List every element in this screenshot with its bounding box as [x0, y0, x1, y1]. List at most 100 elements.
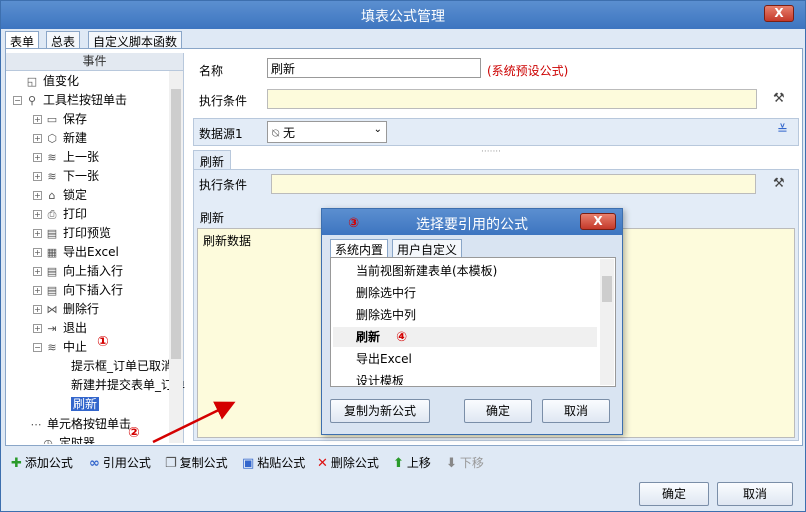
delete-formula-label: 删除公式	[330, 456, 379, 470]
dialog-ok-button[interactable]: 确定	[464, 399, 532, 423]
reference-formula-button[interactable]: ∞ 引用公式	[89, 452, 151, 474]
expander-icon[interactable]: +	[33, 172, 42, 181]
window-title: 填表公式管理	[361, 9, 445, 25]
expander-icon[interactable]: +	[33, 286, 42, 295]
tree-item-5[interactable]: + ≋ 下一张	[33, 167, 99, 185]
list-item-selected[interactable]: 刷新 ④	[333, 327, 597, 347]
condition-wizard-icon[interactable]: ⚒	[773, 91, 785, 106]
tree-item-9[interactable]: + ▦ 导出Excel	[33, 243, 119, 261]
tab-form[interactable]: 表单	[5, 31, 40, 49]
tree-item-12[interactable]: + ⋈ 删除行	[33, 300, 99, 318]
move-up-button[interactable]: ⬆ 上移	[393, 452, 431, 474]
expander-icon[interactable]: +	[33, 115, 42, 124]
tree-item-label: 导出Excel	[63, 245, 119, 259]
sub-condition-input[interactable]	[271, 174, 756, 194]
insert-up-icon: ▤	[46, 265, 58, 278]
tab-summary[interactable]: 总表	[46, 31, 81, 49]
annotation-3: ③	[348, 216, 360, 231]
tree-item-7[interactable]: + ⎙ 打印	[33, 205, 87, 223]
selected-item-label: 刷新	[356, 330, 381, 344]
tree-item-3[interactable]: + ⬡ 新建	[33, 129, 87, 147]
tree-item-label: 值变化	[43, 74, 80, 88]
expander-icon[interactable]: +	[33, 248, 42, 257]
list-item[interactable]: 删除选中行	[356, 283, 416, 303]
expander-icon[interactable]: +	[33, 267, 42, 276]
tree-item-1[interactable]: − ⚲ 工具栏按钮单击	[13, 91, 127, 109]
dialog-tab-system[interactable]: 系统内置	[330, 239, 389, 257]
expander-icon[interactable]: +	[33, 153, 42, 162]
ok-button[interactable]: 确定	[639, 482, 709, 506]
datasource-label: 数据源1	[199, 127, 243, 141]
tree-item-label: 中止	[63, 340, 88, 354]
paste-icon: ▣	[242, 456, 255, 471]
paste-formula-button[interactable]: ▣ 粘贴公式	[242, 452, 305, 474]
print-icon: ⎙	[47, 208, 57, 221]
tree-item-2[interactable]: + ▭ 保存	[33, 110, 87, 128]
condition-input[interactable]	[267, 89, 757, 109]
dialog-close-button[interactable]: X	[580, 213, 616, 230]
arrow-down-icon: ⬇	[446, 456, 457, 471]
tree-scrollbar-thumb[interactable]	[171, 89, 181, 359]
tree-item-10[interactable]: + ▤ 向上插入行	[33, 262, 123, 280]
expander-icon[interactable]: −	[13, 96, 22, 105]
move-down-button[interactable]: ⬇ 下移	[446, 452, 484, 474]
tree-item-18[interactable]: ⋯ 单元格按钮单击	[29, 415, 132, 433]
dialog-tab-user[interactable]: 用户自定义	[392, 239, 463, 257]
move-up-label: 上移	[406, 456, 431, 470]
tree-item-4[interactable]: + ≋ 上一张	[33, 148, 99, 166]
splitter-handle[interactable]: ·······	[481, 147, 501, 157]
copy-as-new-button[interactable]: 复制为新公式	[330, 399, 430, 423]
expander-icon[interactable]: +	[33, 324, 42, 333]
dialog-scrollbar-thumb[interactable]	[602, 276, 612, 302]
annotation-1: ①	[97, 334, 109, 350]
tree-item-13[interactable]: + ⇥ 退出	[33, 319, 87, 337]
sub-condition-wizard-icon[interactable]: ⚒	[773, 176, 785, 191]
formula-list: 当前视图新建表单(本模板) 删除选中行 删除选中列 刷新 ④ 导出Excel 设计…	[330, 257, 616, 387]
expander-icon[interactable]: −	[33, 343, 42, 352]
tree-item-15[interactable]: 提示框_订单已取消	[71, 357, 173, 375]
list-item[interactable]: 当前视图新建表单(本模板)	[356, 261, 497, 281]
plus-icon: ✚	[11, 456, 22, 471]
list-item[interactable]: 导出Excel	[356, 349, 412, 369]
paste-formula-label: 粘贴公式	[257, 456, 306, 470]
tree-item-0[interactable]: ◱ 值变化	[13, 72, 79, 90]
delete-row-icon: ⋈	[46, 303, 58, 316]
dialog-cancel-button[interactable]: 取消	[542, 399, 610, 423]
tree-item-label: 删除行	[63, 302, 100, 316]
expand-icon[interactable]: ≚	[777, 123, 788, 138]
chevron-down-icon: ⌄	[373, 124, 382, 135]
tree-item-label: 锁定	[63, 188, 88, 202]
title-bar: 填表公式管理 X	[1, 1, 805, 29]
tree-item-17[interactable]: 刷新	[71, 395, 100, 413]
tree-item-11[interactable]: + ▤ 向下插入行	[33, 281, 123, 299]
name-input[interactable]: 刷新	[267, 58, 481, 78]
tree-item-label: 新建	[63, 131, 88, 145]
formula-body-text: 刷新数据	[203, 234, 252, 248]
expander-icon[interactable]: +	[33, 305, 42, 314]
tree-item-14[interactable]: − ≋ 中止	[33, 338, 87, 356]
copy-formula-button[interactable]: ❐ 复制公式	[165, 452, 228, 474]
add-formula-button[interactable]: ✚ 添加公式	[11, 452, 73, 474]
expander-icon[interactable]: +	[33, 134, 42, 143]
body-label: 刷新	[200, 211, 225, 225]
tree-item-6[interactable]: + ⌂ 锁定	[33, 186, 87, 204]
expander-icon[interactable]: +	[33, 229, 42, 238]
tree-item-8[interactable]: + ▤ 打印预览	[33, 224, 111, 242]
window-close-button[interactable]: X	[764, 5, 794, 22]
arrow-up-icon: ⬆	[393, 456, 404, 471]
sub-tab-refresh[interactable]: 刷新	[193, 150, 232, 170]
delete-formula-button[interactable]: ✕ 删除公式	[317, 452, 379, 474]
tree-item-label: 保存	[63, 112, 88, 126]
list-item[interactable]: 设计模板	[356, 371, 404, 385]
tree-item-19[interactable]: ◷ 定时器	[29, 434, 95, 444]
save-icon: ▭	[46, 113, 58, 126]
reference-formula-label: 引用公式	[102, 456, 151, 470]
tree-item-label: 打印预览	[63, 226, 112, 240]
expander-icon[interactable]: +	[33, 191, 42, 200]
list-item[interactable]: 删除选中列	[356, 305, 416, 325]
expander-icon[interactable]: +	[33, 210, 42, 219]
datasource-select[interactable]: ⍉ 无 ⌄	[267, 121, 387, 143]
tab-custom-script[interactable]: 自定义脚本函数	[88, 31, 183, 49]
cancel-button[interactable]: 取消	[717, 482, 793, 506]
dialog-title: 选择要引用的公式	[416, 217, 528, 233]
